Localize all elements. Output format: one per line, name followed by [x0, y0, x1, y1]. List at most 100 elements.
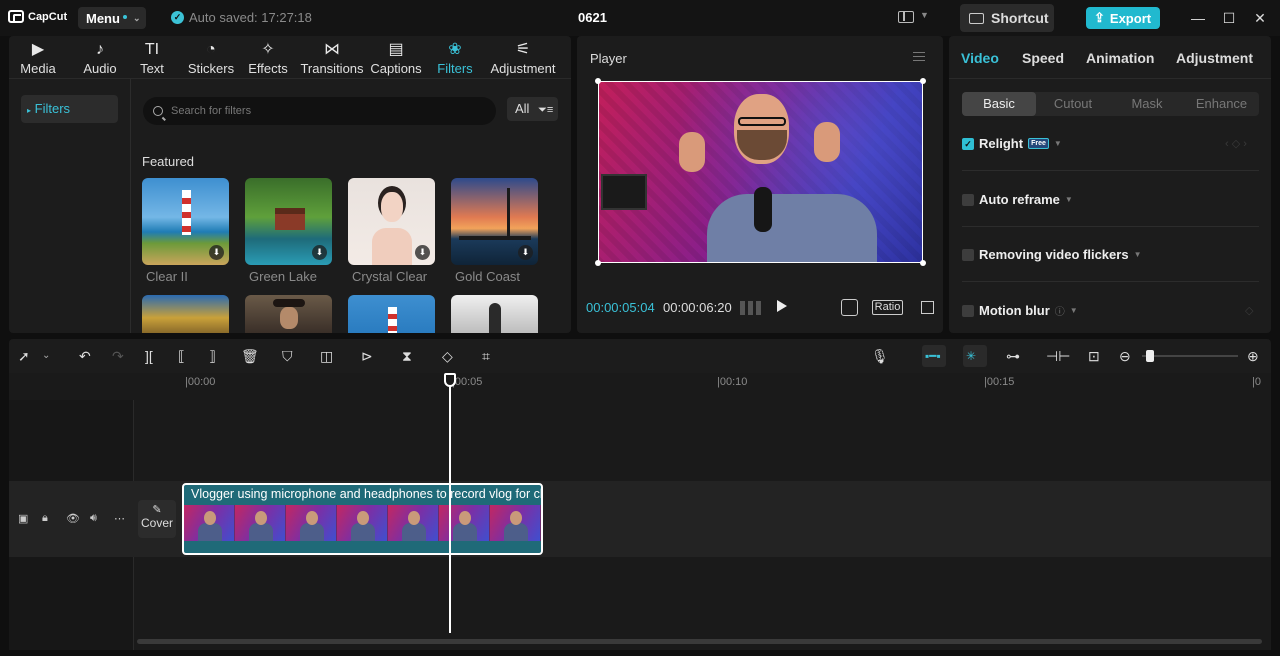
- main-track-magnet-button[interactable]: ▪━▪: [922, 345, 946, 367]
- filter-thumbnail[interactable]: ⬇: [245, 178, 332, 265]
- download-icon[interactable]: ⬇: [312, 245, 327, 260]
- undo-icon[interactable]: ↶: [79, 347, 91, 365]
- timeline-grid-icon[interactable]: [740, 301, 762, 315]
- horizontal-scrollbar[interactable]: [137, 639, 1262, 644]
- chevron-down-icon[interactable]: ▼: [1134, 250, 1142, 259]
- video-preview[interactable]: [598, 81, 923, 263]
- resize-handle[interactable]: [920, 78, 926, 84]
- motion-blur-checkbox[interactable]: [962, 304, 974, 317]
- tab-text[interactable]: TI Text: [139, 40, 165, 76]
- split-icon[interactable]: ][: [145, 347, 153, 365]
- tab-transitions[interactable]: ⋈ Transitions: [300, 40, 364, 76]
- eye-icon[interactable]: 👁︎: [66, 512, 80, 525]
- tab-video[interactable]: Video: [961, 50, 999, 66]
- project-title[interactable]: 0621: [578, 10, 607, 25]
- tab-captions[interactable]: ▤ Captions: [369, 40, 423, 76]
- filter-thumbnail[interactable]: [142, 295, 229, 333]
- microphone-icon[interactable]: 🎙︎: [871, 347, 889, 365]
- filter-thumbnail[interactable]: [348, 295, 435, 333]
- resize-handle[interactable]: [595, 260, 601, 266]
- marker-icon[interactable]: ⛉: [282, 347, 293, 365]
- download-icon[interactable]: ⬇: [415, 245, 430, 260]
- reverse-play-icon[interactable]: ⊳: [361, 347, 373, 365]
- chevron-down-icon[interactable]: ⌄: [42, 347, 50, 365]
- option-removing-video-flickers[interactable]: Removing video flickers ▼: [962, 247, 1141, 262]
- more-options-icon[interactable]: ⋯: [114, 512, 125, 525]
- option-motion-blur[interactable]: Motion blur ⓘ ▼: [962, 303, 1078, 318]
- tab-filters[interactable]: ❀ Filters: [436, 40, 474, 76]
- keyframe-nav-icon[interactable]: ‹ ◇ ›: [1225, 137, 1247, 150]
- ratio-button[interactable]: Ratio: [872, 300, 903, 315]
- split-view-icon[interactable]: ⊣⊢: [1046, 347, 1070, 365]
- shortcut-button[interactable]: Shortcut: [960, 4, 1054, 32]
- tab-audio[interactable]: ♪ Audio: [81, 40, 119, 76]
- crop-icon[interactable]: ⌗: [482, 347, 490, 365]
- option-relight[interactable]: ✓ Relight Free ▼: [962, 136, 1062, 151]
- resize-handle[interactable]: [920, 260, 926, 266]
- tab-effects[interactable]: ✧ Effects: [247, 40, 289, 76]
- mirror-icon[interactable]: ⧗: [402, 347, 412, 365]
- filter-all-dropdown[interactable]: All ⏷≡: [507, 97, 558, 121]
- subtab-basic[interactable]: Basic: [962, 92, 1036, 116]
- fullscreen-icon[interactable]: [921, 301, 934, 314]
- volume-icon[interactable]: 🔊︎: [90, 512, 97, 525]
- select-cursor-icon[interactable]: ➚: [18, 347, 30, 365]
- resize-handle[interactable]: [595, 78, 601, 84]
- menu-button[interactable]: Menu ⌄: [78, 7, 146, 29]
- tab-adjustment[interactable]: Adjustment: [1176, 50, 1253, 66]
- keyframe-icon[interactable]: ◇: [1245, 304, 1253, 317]
- auto-snap-button[interactable]: ✳: [963, 345, 987, 367]
- subtab-mask[interactable]: Mask: [1110, 92, 1184, 116]
- flicker-checkbox[interactable]: [962, 248, 974, 261]
- rotate-icon[interactable]: ◇: [442, 347, 453, 365]
- sidebar-item-filters[interactable]: ▸ Filters: [21, 95, 118, 123]
- filter-thumbnail[interactable]: ⬇: [348, 178, 435, 265]
- auto-reframe-checkbox[interactable]: [962, 193, 974, 206]
- zoom-slider[interactable]: [1142, 355, 1238, 357]
- minimize-button[interactable]: —: [1189, 9, 1207, 27]
- playhead[interactable]: [449, 373, 451, 633]
- chevron-down-icon[interactable]: ▼: [920, 10, 929, 20]
- tab-speed[interactable]: Speed: [1022, 50, 1064, 66]
- cover-button[interactable]: ✎ Cover: [138, 500, 176, 538]
- playhead-handle[interactable]: [444, 373, 456, 387]
- track-video-icon[interactable]: ▣: [18, 512, 28, 525]
- option-auto-reframe[interactable]: Auto reframe ▼: [962, 192, 1073, 207]
- relight-checkbox[interactable]: ✓: [962, 137, 974, 150]
- chevron-down-icon[interactable]: ▼: [1070, 306, 1078, 315]
- info-icon[interactable]: ⓘ: [1055, 303, 1065, 318]
- lock-icon[interactable]: 🔒︎: [42, 512, 48, 525]
- search-input[interactable]: Search for filters: [143, 97, 496, 125]
- export-button[interactable]: ⇪ Export: [1086, 7, 1160, 29]
- link-icon[interactable]: ⊶: [1006, 347, 1020, 365]
- filter-thumbnail[interactable]: ⬇: [451, 178, 538, 265]
- split-left-icon[interactable]: ⟦: [178, 347, 185, 365]
- play-icon[interactable]: [777, 300, 787, 312]
- tab-stickers[interactable]: ◔ Stickers: [187, 40, 235, 76]
- zoom-in-icon[interactable]: ⊕: [1247, 347, 1259, 365]
- subtab-enhance[interactable]: Enhance: [1184, 92, 1259, 116]
- zoom-out-icon[interactable]: ⊖: [1119, 347, 1131, 365]
- download-icon[interactable]: ⬇: [518, 245, 533, 260]
- tab-animation[interactable]: Animation: [1086, 50, 1154, 66]
- layout-icon[interactable]: [898, 11, 914, 23]
- focus-frame-icon[interactable]: [841, 299, 858, 316]
- filter-thumbnail[interactable]: [245, 295, 332, 333]
- download-icon[interactable]: ⬇: [209, 245, 224, 260]
- chevron-down-icon[interactable]: ▼: [1065, 195, 1073, 204]
- tab-adjustment[interactable]: ⚟ Adjustment: [489, 40, 557, 76]
- redo-icon[interactable]: ↷: [112, 347, 124, 365]
- chevron-down-icon[interactable]: ▼: [1054, 139, 1062, 148]
- filter-thumbnail[interactable]: [451, 295, 538, 333]
- delete-icon[interactable]: 🗑︎: [241, 347, 259, 365]
- hamburger-menu-icon[interactable]: [913, 52, 925, 61]
- filter-thumbnail[interactable]: ⬇: [142, 178, 229, 265]
- split-right-icon[interactable]: ⟧: [209, 347, 216, 365]
- maximize-button[interactable]: ☐: [1220, 9, 1238, 27]
- zoom-slider-handle[interactable]: [1146, 350, 1154, 362]
- preview-axis-icon[interactable]: ⊡: [1088, 347, 1100, 365]
- tab-media[interactable]: ▶ Media: [18, 40, 58, 76]
- video-clip[interactable]: Vlogger using microphone and headphones …: [182, 483, 543, 555]
- freeze-frame-icon[interactable]: ◫: [320, 347, 333, 365]
- close-button[interactable]: ✕: [1251, 9, 1269, 27]
